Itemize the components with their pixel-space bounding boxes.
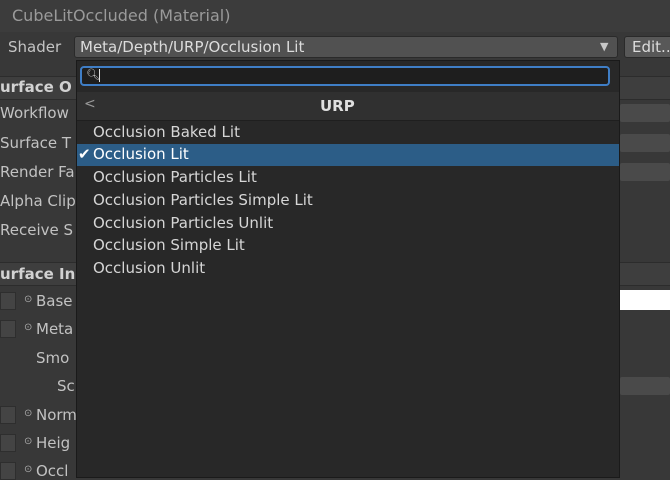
occlusion-map-slot[interactable] [0,462,16,480]
circle-dot-icon: ⊙ [24,322,33,333]
menu-item-label: Occlusion Lit [93,145,189,163]
render-face-field[interactable] [620,163,670,181]
height-map-slot[interactable] [0,434,16,452]
search-icon: 🔍︎ [86,68,100,81]
base-map-label: Base [36,292,73,310]
metallic-map-slot[interactable] [0,320,16,338]
shader-dropdown-value: Meta/Depth/URP/Occlusion Lit [80,38,305,56]
surface-type-field[interactable] [620,134,670,152]
normal-map-label: Norm [36,406,77,424]
menu-item-occlusion-particles-simple-lit[interactable]: Occlusion Particles Simple Lit [77,190,619,212]
circle-dot-icon: ⊙ [24,294,33,305]
menu-item-label: Occlusion Simple Lit [93,236,245,254]
menu-item-occlusion-particles-unlit[interactable]: Occlusion Particles Unlit [77,213,619,235]
chevron-left-icon[interactable]: < [84,96,96,112]
circle-dot-icon: ⊙ [24,436,33,447]
occlusion-map-label: Occl [36,462,69,480]
menu-item-label: Occlusion Particles Unlit [93,214,274,232]
popup-title: URP [320,97,355,115]
menu-item-occlusion-baked-lit[interactable]: Occlusion Baked Lit [77,122,619,144]
menu-item-label: Occlusion Particles Lit [93,168,257,186]
menu-item-label: Occlusion Baked Lit [93,123,240,141]
base-map-slot[interactable] [0,292,16,310]
source-field[interactable] [620,377,670,395]
menu-item-label: Occlusion Unlit [93,259,206,277]
workflow-field[interactable] [620,104,670,122]
menu-item-occlusion-particles-lit[interactable]: Occlusion Particles Lit [77,167,619,189]
receive-shadows-label: Receive S [0,221,74,239]
alpha-clip-label: Alpha Clip [0,192,76,210]
source-label: Sc [57,377,75,395]
shader-label: Shader [8,38,62,56]
surface-type-label: Surface T [0,134,72,152]
height-map-label: Heig [36,434,71,452]
workflow-label: Workflow [0,104,69,122]
circle-dot-icon: ⊙ [24,464,33,475]
text-caret [99,69,100,82]
normal-map-slot[interactable] [0,406,16,424]
menu-item-occlusion-lit[interactable]: ✔ Occlusion Lit [77,144,619,166]
menu-item-occlusion-unlit[interactable]: Occlusion Unlit [77,258,619,280]
menu-item-occlusion-simple-lit[interactable]: Occlusion Simple Lit [77,235,619,257]
metallic-map-label: Meta [36,320,74,338]
surface-inputs-title: urface In [0,265,76,283]
triangle-down-icon: ▼ [600,40,609,53]
edit-shader-button[interactable]: Edit... [624,36,670,58]
smoothness-label: Smo [36,349,70,367]
render-face-label: Render Fa [0,163,75,181]
menu-item-label: Occlusion Particles Simple Lit [93,191,313,209]
checkmark-icon: ✔ [78,145,91,163]
base-color-swatch[interactable] [620,290,670,310]
material-title: CubeLitOccluded (Material) [12,6,231,25]
search-input[interactable] [80,66,610,86]
surface-options-title: urface O [0,78,72,96]
circle-dot-icon: ⊙ [24,408,33,419]
